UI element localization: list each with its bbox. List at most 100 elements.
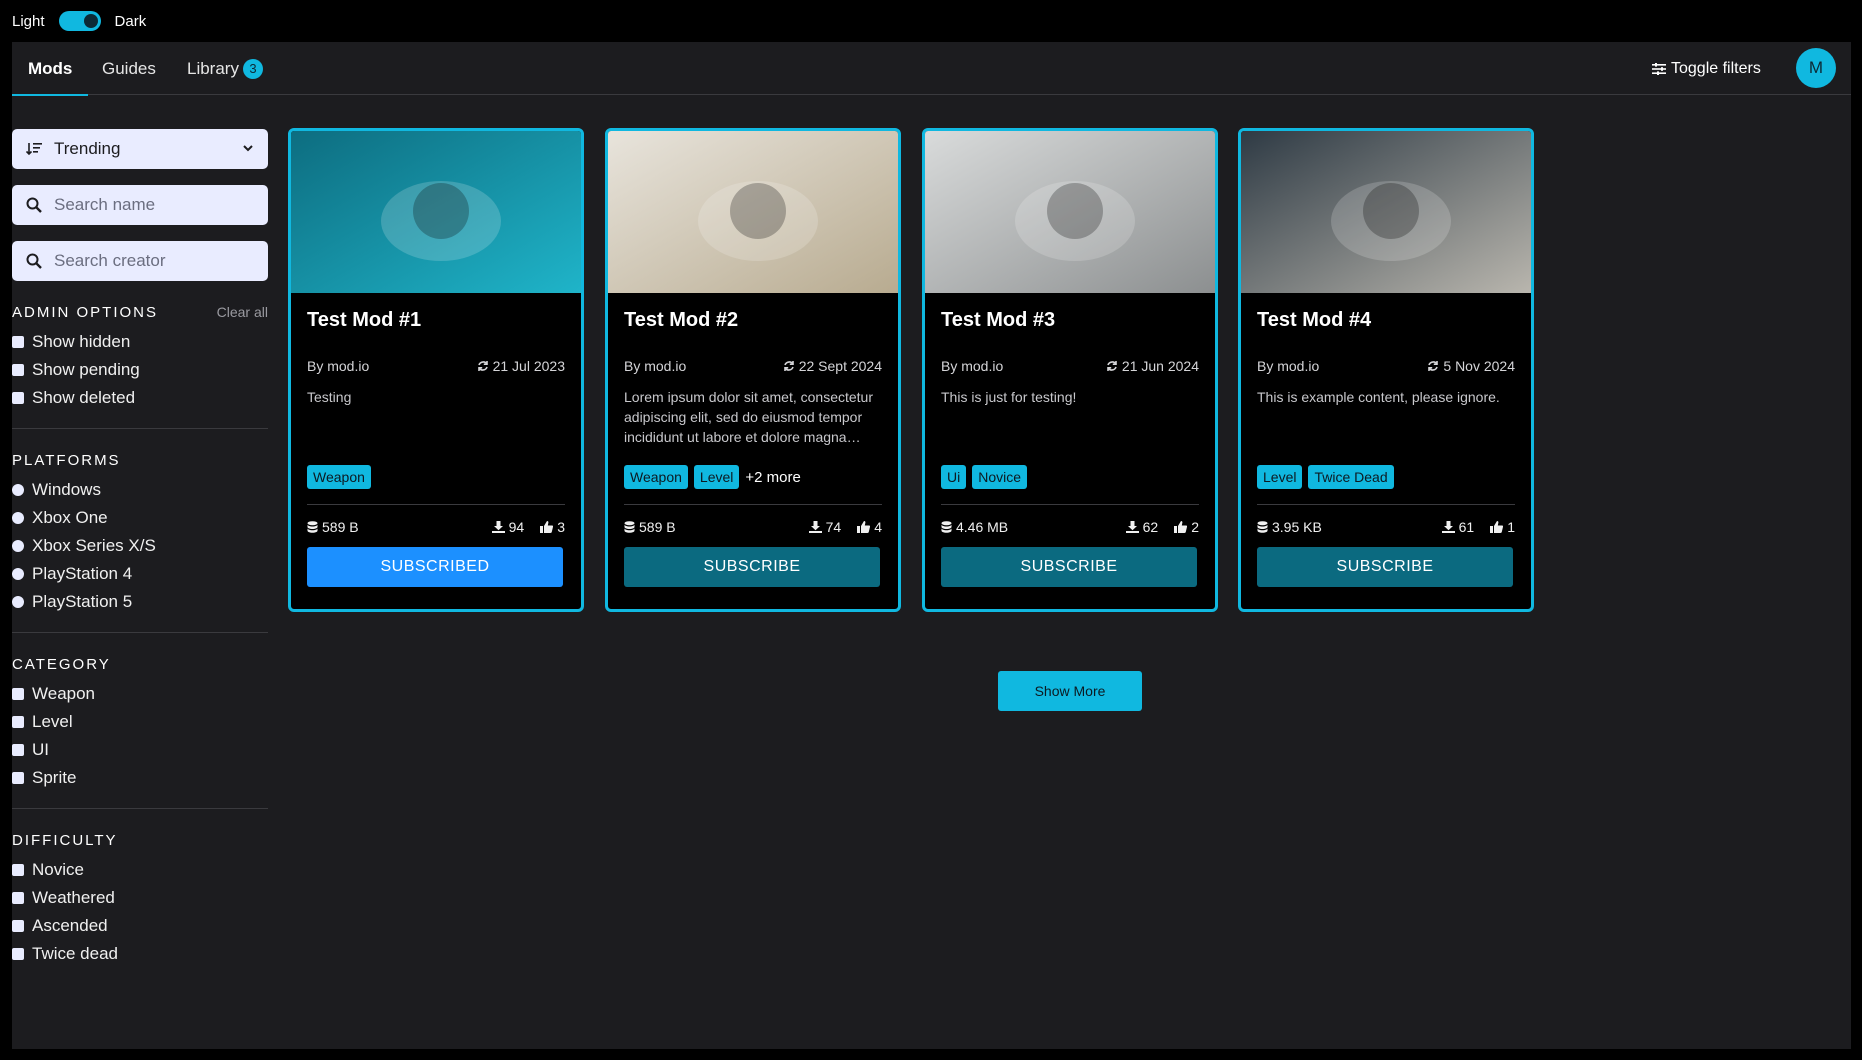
search-name-input[interactable] bbox=[54, 195, 244, 215]
mod-tag: Level bbox=[1257, 465, 1303, 489]
tab-guides[interactable]: Guides bbox=[102, 42, 156, 95]
mod-description: Lorem ipsum dolor sit amet, consectetur … bbox=[624, 389, 873, 445]
mod-tag: Ui bbox=[941, 465, 967, 489]
mod-size: 589 B bbox=[624, 519, 793, 535]
mod-likes-text: 2 bbox=[1191, 519, 1199, 535]
toggle-filters-button[interactable]: Toggle filters bbox=[1652, 42, 1761, 95]
mod-size-text: 589 B bbox=[639, 519, 676, 535]
checkbox-box bbox=[12, 948, 24, 960]
checkbox-show-deleted[interactable]: Show deleted bbox=[12, 384, 268, 412]
mod-thumbnail bbox=[608, 131, 898, 293]
database-icon bbox=[1257, 521, 1268, 533]
tab-library[interactable]: Library 3 bbox=[187, 42, 263, 95]
checkbox-weapon[interactable]: Weapon bbox=[12, 680, 268, 708]
app-panel: Mods Guides Library 3 Toggle filters M T… bbox=[11, 42, 1851, 1049]
more-tags-link[interactable]: +2 more bbox=[745, 469, 800, 486]
checkbox-box bbox=[12, 864, 24, 876]
checkbox-box bbox=[12, 688, 24, 700]
mod-thumbnail bbox=[1241, 131, 1531, 293]
thumbs-up-icon bbox=[1174, 521, 1188, 533]
search-icon bbox=[26, 197, 42, 213]
radio-label: Xbox Series X/S bbox=[32, 536, 156, 555]
mod-date-text: 21 Jun 2024 bbox=[1121, 358, 1199, 374]
mod-date: 22 Sept 2024 bbox=[783, 358, 882, 374]
clear-all-button[interactable]: Clear all bbox=[217, 304, 268, 320]
subscribe-button[interactable]: SUBSCRIBE bbox=[624, 547, 880, 587]
mod-meta: By mod.io 22 Sept 2024 bbox=[624, 358, 882, 374]
divider bbox=[12, 632, 268, 633]
mod-likes: 1 bbox=[1490, 519, 1515, 535]
download-icon bbox=[1441, 521, 1455, 533]
theme-bar: Light Dark bbox=[0, 0, 1862, 42]
radio-dot bbox=[12, 484, 24, 496]
mod-card[interactable]: Test Mod #1 By mod.io 21 Jul 2023 Testin… bbox=[288, 128, 584, 612]
mod-downloads-text: 74 bbox=[825, 519, 842, 535]
mod-downloads-text: 94 bbox=[508, 519, 525, 535]
sliders-icon bbox=[1652, 62, 1666, 75]
divider bbox=[624, 504, 882, 505]
mod-likes-text: 1 bbox=[1507, 519, 1515, 535]
refresh-icon bbox=[783, 361, 794, 371]
sort-value: Trending bbox=[54, 139, 121, 158]
subscribe-button[interactable]: SUBSCRIBE bbox=[1257, 547, 1513, 587]
mod-tag: Weapon bbox=[307, 465, 371, 489]
refresh-icon bbox=[1428, 361, 1439, 371]
mod-size-text: 3.95 KB bbox=[1272, 519, 1322, 535]
checkbox-show-hidden[interactable]: Show hidden bbox=[12, 328, 268, 356]
checkbox-label: Show hidden bbox=[32, 332, 131, 351]
avatar[interactable]: M bbox=[1796, 48, 1836, 88]
checkbox-weathered[interactable]: Weathered bbox=[12, 884, 268, 912]
mod-stats: 589 B 74 4 bbox=[624, 519, 882, 535]
mod-likes: 2 bbox=[1174, 519, 1199, 535]
filter-sidebar: Trending ADMIN OPTIONS Clear all Show hi… bbox=[12, 129, 268, 968]
checkbox-ascended[interactable]: Ascended bbox=[12, 912, 268, 940]
mod-title: Test Mod #2 bbox=[624, 309, 739, 331]
mod-card[interactable]: Test Mod #3 By mod.io 21 Jun 2024 This i… bbox=[922, 128, 1218, 612]
mod-size: 4.46 MB bbox=[941, 519, 1110, 535]
radio-xbox-series[interactable]: Xbox Series X/S bbox=[12, 532, 268, 560]
mod-description: This is example content, please ignore. bbox=[1257, 389, 1500, 405]
library-count-badge: 3 bbox=[242, 58, 263, 79]
mod-tag: Weapon bbox=[624, 465, 688, 489]
checkbox-sprite[interactable]: Sprite bbox=[12, 764, 268, 792]
checkbox-ui[interactable]: UI bbox=[12, 736, 268, 764]
subscribe-button[interactable]: SUBSCRIBED bbox=[307, 547, 563, 587]
radio-xbox-one[interactable]: Xbox One bbox=[12, 504, 268, 532]
subscribe-button[interactable]: SUBSCRIBE bbox=[941, 547, 1197, 587]
mod-date: 21 Jul 2023 bbox=[477, 358, 565, 374]
search-creator-field bbox=[12, 241, 268, 281]
download-icon bbox=[1125, 521, 1139, 533]
show-more-button[interactable]: Show More bbox=[998, 671, 1142, 711]
search-name-field bbox=[12, 185, 268, 225]
search-creator-input[interactable] bbox=[54, 251, 244, 271]
mod-likes: 4 bbox=[857, 519, 882, 535]
checkbox-novice[interactable]: Novice bbox=[12, 856, 268, 884]
mod-downloads: 94 bbox=[491, 519, 525, 535]
mod-date-text: 21 Jul 2023 bbox=[492, 358, 565, 374]
divider bbox=[12, 808, 268, 809]
radio-playstation-4[interactable]: PlayStation 4 bbox=[12, 560, 268, 588]
mod-size-text: 4.46 MB bbox=[956, 519, 1009, 535]
checkbox-level[interactable]: Level bbox=[12, 708, 268, 736]
checkbox-box bbox=[12, 392, 24, 404]
tab-mods[interactable]: Mods bbox=[11, 42, 89, 96]
theme-toggle[interactable] bbox=[58, 11, 101, 31]
category-header: CATEGORY bbox=[12, 655, 268, 673]
mod-size: 3.95 KB bbox=[1257, 519, 1426, 535]
admin-options-title: ADMIN OPTIONS bbox=[12, 303, 159, 321]
mod-size: 589 B bbox=[307, 519, 476, 535]
checkbox-twice-dead[interactable]: Twice dead bbox=[12, 940, 268, 968]
theme-light-label: Light bbox=[12, 12, 45, 30]
mod-card[interactable]: Test Mod #2 By mod.io 22 Sept 2024 Lorem… bbox=[605, 128, 901, 612]
mod-date-text: 22 Sept 2024 bbox=[798, 358, 882, 374]
checkbox-show-pending[interactable]: Show pending bbox=[12, 356, 268, 384]
checkbox-label: Show deleted bbox=[32, 388, 136, 407]
radio-windows[interactable]: Windows bbox=[12, 476, 268, 504]
database-icon bbox=[624, 521, 635, 533]
mod-tags: Weapon bbox=[307, 465, 565, 489]
platforms-header: PLATFORMS bbox=[12, 451, 268, 469]
thumbs-up-icon bbox=[540, 521, 554, 533]
radio-playstation-5[interactable]: PlayStation 5 bbox=[12, 588, 268, 616]
mod-card[interactable]: Test Mod #4 By mod.io 5 Nov 2024 This is… bbox=[1238, 128, 1534, 612]
sort-select[interactable]: Trending bbox=[12, 129, 268, 169]
